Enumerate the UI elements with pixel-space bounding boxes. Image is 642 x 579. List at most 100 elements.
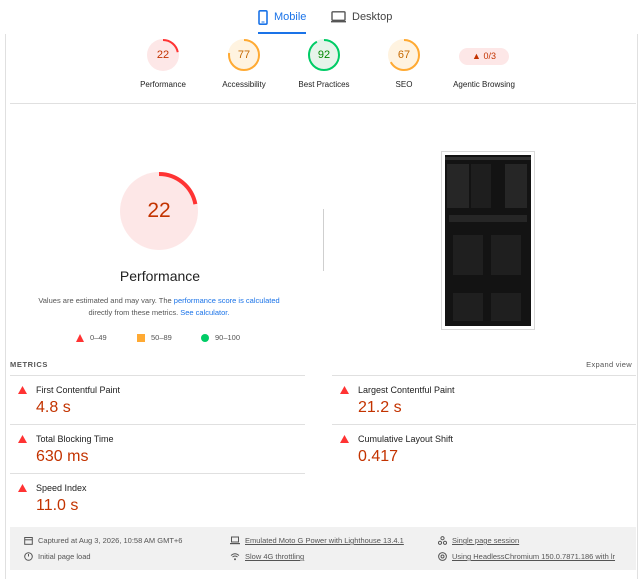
session-text: Single page session: [452, 536, 520, 545]
fail-triangle-icon: [340, 386, 349, 394]
metric-divider: [10, 424, 305, 425]
emulated-device[interactable]: Emulated Moto G Power with Lighthouse 13…: [230, 536, 404, 545]
metric-name: Total Blocking Time: [36, 434, 114, 444]
metric-divider: [332, 424, 636, 425]
monitor-icon: [331, 11, 346, 23]
browser-text: Using HeadlessChromium 150.0.7871.186 wi…: [452, 552, 616, 561]
screenshot-image: [445, 155, 531, 326]
gauge-ring: 77: [227, 38, 261, 72]
vertical-separator: [323, 209, 324, 271]
timer-icon: [24, 552, 33, 561]
single-page-session[interactable]: Single page session: [438, 536, 519, 545]
calendar-icon: [24, 537, 33, 545]
tab-mobile[interactable]: Mobile: [258, 0, 307, 34]
metric-name: Speed Index: [36, 483, 87, 493]
tab-desktop-label: Desktop: [352, 11, 393, 23]
metrics-header: METRICS Expand view: [10, 360, 632, 372]
metric-tbt: Total Blocking Time 630 ms: [10, 426, 290, 474]
gauge-score: 0/3: [483, 51, 496, 61]
score-gauges: 22 Performance 77 Accessibility 92 Best …: [10, 36, 636, 102]
captured-text: Captured at Aug 3, 2026, 10:58 AM GMT+6: [38, 536, 183, 545]
performance-score-large: 22: [147, 199, 171, 222]
gauge-agentic-browsing[interactable]: ▲ 0/3 Agentic Browsing: [439, 38, 529, 89]
expand-view-toggle[interactable]: Expand view: [586, 360, 632, 369]
note-text: Values are estimated and may vary. The: [38, 296, 174, 305]
gauge-ring: 67: [387, 38, 421, 72]
gauge-score: 22: [156, 49, 170, 61]
performance-gauge-large: 22: [118, 170, 200, 252]
metric-value: 0.417: [358, 448, 399, 465]
fail-triangle-icon: [18, 484, 27, 492]
agentic-score-pill: ▲ 0/3: [459, 48, 509, 65]
metric-name: First Contentful Paint: [36, 385, 121, 395]
gauge-best-practices[interactable]: 92 Best Practices: [279, 38, 369, 89]
captured-at: Captured at Aug 3, 2026, 10:58 AM GMT+6: [24, 536, 182, 545]
initial-text: Initial page load: [38, 552, 91, 561]
emulated-text: Emulated Moto G Power with Lighthouse 13…: [245, 536, 404, 545]
gauge-label: Performance: [140, 80, 186, 89]
green-circle-icon: [201, 333, 209, 342]
calculator-link[interactable]: See calculator.: [180, 308, 229, 317]
metric-divider: [10, 375, 305, 376]
metric-name: Cumulative Layout Shift: [358, 434, 454, 444]
metric-lcp: Largest Contentful Paint 21.2 s: [332, 377, 612, 425]
orange-square-icon: [137, 333, 145, 342]
gauge-label: SEO: [395, 80, 413, 89]
performance-score-link[interactable]: performance score is calculated: [174, 296, 280, 305]
metric-value: 630 ms: [36, 448, 89, 465]
legend-range: 50–89: [151, 333, 172, 342]
metric-cls: Cumulative Layout Shift 0.417: [332, 426, 612, 474]
frame-border-left: [5, 34, 6, 579]
metric-speed-index: Speed Index 11.0 s: [10, 475, 290, 523]
browser-version[interactable]: Using HeadlessChromium 150.0.7871.186 wi…: [438, 552, 615, 561]
session-icon: [438, 536, 447, 545]
initial-page-load: Initial page load: [24, 552, 91, 561]
performance-note: Values are estimated and may vary. The p…: [28, 295, 290, 319]
metrics-heading: METRICS: [10, 360, 48, 369]
score-legend: 0–49 50–89 90–100: [74, 333, 274, 345]
performance-title: Performance: [119, 268, 201, 284]
fail-triangle-icon: ▲: [472, 51, 481, 61]
wifi-icon: [230, 553, 240, 561]
runtime-settings-footer: Captured at Aug 3, 2026, 10:58 AM GMT+6 …: [10, 527, 636, 570]
legend-range: 90–100: [215, 333, 241, 342]
legend-average: 50–89: [137, 333, 172, 342]
gauge-ring: 92: [307, 38, 341, 72]
metric-fcp: First Contentful Paint 4.8 s: [10, 377, 290, 425]
network-throttling[interactable]: Slow 4G throttling: [230, 552, 304, 561]
fail-triangle-icon: [18, 386, 27, 394]
fail-triangle-icon: [340, 435, 349, 443]
gauge-score: 67: [397, 49, 411, 61]
gauge-label: Agentic Browsing: [453, 80, 515, 89]
section-divider: [10, 103, 636, 104]
metric-divider: [332, 375, 636, 376]
note-text: directly from these metrics.: [88, 308, 181, 317]
metric-divider: [10, 473, 305, 474]
gauge-score: 77: [237, 49, 251, 61]
gauge-seo[interactable]: 67 SEO: [359, 38, 449, 89]
gauge-score: 92: [317, 49, 331, 61]
legend-fail: 0–49: [76, 333, 107, 342]
gauge-accessibility[interactable]: 77 Accessibility: [199, 38, 289, 89]
gauge-ring: 22: [146, 38, 180, 72]
chrome-icon: [438, 552, 447, 561]
fail-triangle-icon: [18, 435, 27, 443]
metric-value: 11.0 s: [36, 497, 79, 514]
gauge-label: Best Practices: [298, 80, 350, 89]
tab-desktop[interactable]: Desktop: [331, 0, 392, 34]
frame-border-right: [637, 34, 638, 579]
legend-pass: 90–100: [201, 333, 240, 342]
page-screenshot-thumbnail[interactable]: [441, 151, 535, 330]
gauge-performance[interactable]: 22 Performance: [118, 38, 208, 89]
phone-icon: [258, 9, 268, 25]
device-tabs: Mobile Desktop: [0, 0, 642, 34]
metric-name: Largest Contentful Paint: [358, 385, 455, 395]
metric-value: 4.8 s: [36, 399, 71, 416]
laptop-icon: [230, 536, 240, 545]
red-triangle-icon: [76, 333, 84, 342]
throttling-text: Slow 4G throttling: [245, 552, 305, 561]
legend-range: 0–49: [90, 333, 107, 342]
gauge-label: Accessibility: [222, 80, 266, 89]
metric-value: 21.2 s: [358, 399, 402, 416]
tab-mobile-label: Mobile: [274, 11, 307, 23]
